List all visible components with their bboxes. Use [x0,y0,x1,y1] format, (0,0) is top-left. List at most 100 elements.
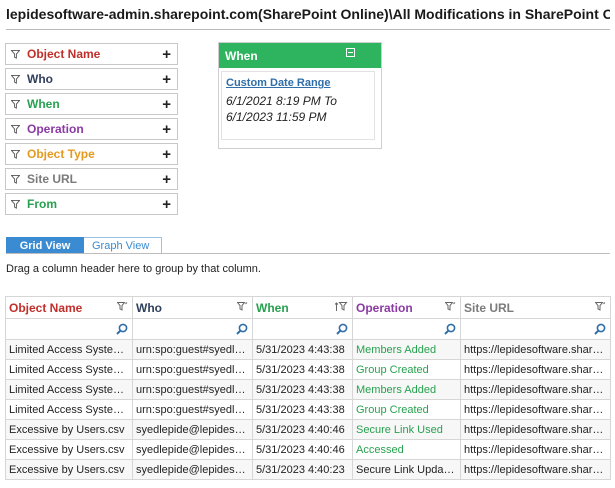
filter-icon [11,49,25,59]
cell-object-name: Excessive by Users.csv [5,439,133,460]
filter-label: Operation [27,122,84,136]
date-range-start: 6/1/2021 8:19 PM To [226,94,337,108]
search-icon[interactable] [236,323,248,338]
filter-who[interactable]: Who + [5,68,178,90]
search-cell[interactable] [352,318,461,340]
when-panel-body: Custom Date Range 6/1/2021 8:19 PM To 6/… [221,71,375,140]
add-filter-button[interactable]: + [162,97,171,112]
view-tabs: Grid View Graph View [6,237,162,254]
cell-who: syedlepide@lepideso.... [132,439,253,460]
cell-who: syedlepide@lepideso.... [132,459,253,480]
column-header-when[interactable]: When [252,296,353,319]
column-header-who[interactable]: Who [132,296,253,319]
cell-object-name: Limited Access System ... [5,339,133,360]
cell-when: 5/31/2023 4:40:46 [252,419,353,440]
date-range-end: 6/1/2023 11:59 PM [226,110,327,124]
filter-icon[interactable] [237,302,248,312]
filter-icon [11,124,25,134]
when-filter-panel: When Custom Date Range 6/1/2021 8:19 PM … [218,42,382,149]
results-grid: Object Name Who When Operation Site URL [5,296,611,480]
tabs-divider [6,253,610,254]
cell-operation: Group Created [352,399,461,420]
add-filter-button[interactable]: + [162,122,171,137]
cell-site-url: https://lepidesoftware.share... [460,399,611,420]
table-row[interactable]: Excessive by Users.csv syedlepide@lepide… [5,419,611,440]
cell-who: urn:spo:guest#syedlepide... [132,359,253,380]
grid-header-row: Object Name Who When Operation Site URL [5,296,611,319]
filter-site-url[interactable]: Site URL + [5,168,178,190]
column-header-operation[interactable]: Operation [352,296,461,319]
title-divider [6,29,610,30]
filter-operation[interactable]: Operation + [5,118,178,140]
column-label: Object Name [9,300,83,315]
cell-object-name: Limited Access System ... [5,399,133,420]
search-icon[interactable] [594,323,606,338]
filter-label: Object Type [27,147,95,161]
filter-label: Object Name [27,47,101,61]
table-row[interactable]: Limited Access System ... urn:spo:guest#… [5,379,611,400]
table-row[interactable]: Excessive by Users.csv syedlepide@lepide… [5,459,611,480]
custom-date-range-link[interactable]: Custom Date Range [226,77,370,89]
search-icon[interactable] [444,323,456,338]
cell-site-url: https://lepidesoftware.share... [460,459,611,480]
filter-icon[interactable] [595,302,606,312]
column-header-site-url[interactable]: Site URL [460,296,611,319]
cell-site-url: https://lepidesoftware.share... [460,339,611,360]
collapse-icon[interactable] [346,48,355,57]
filter-object-type[interactable]: Object Type + [5,143,178,165]
when-panel-header: When [219,43,381,68]
add-filter-button[interactable]: + [162,47,171,62]
add-filter-button[interactable]: + [162,172,171,187]
search-icon[interactable] [116,323,128,338]
filter-label: When [27,97,60,111]
column-label: Who [136,300,162,315]
table-row[interactable]: Limited Access System ... urn:spo:guest#… [5,339,611,360]
filter-when[interactable]: When + [5,93,178,115]
filter-from[interactable]: From + [5,193,178,215]
search-cell[interactable] [132,318,253,340]
filter-icon[interactable] [117,302,128,312]
cell-who: urn:spo:guest#syedlepide... [132,379,253,400]
filter-icon [11,199,25,209]
cell-when: 5/31/2023 4:40:23 [252,459,353,480]
filter-label: From [27,197,57,211]
cell-who: syedlepide@lepideso.... [132,419,253,440]
column-label: Operation [356,300,413,315]
cell-operation: Members Added [352,379,461,400]
cell-when: 5/31/2023 4:40:46 [252,439,353,460]
search-cell[interactable] [252,318,353,340]
cell-object-name: Limited Access System ... [5,359,133,380]
table-row[interactable]: Excessive by Users.csv syedlepide@lepide… [5,439,611,460]
cell-object-name: Excessive by Users.csv [5,419,133,440]
cell-when: 5/31/2023 4:43:38 [252,359,353,380]
add-filter-button[interactable]: + [162,147,171,162]
group-by-hint: Drag a column header here to group by th… [6,263,261,275]
cell-when: 5/31/2023 4:43:38 [252,379,353,400]
table-row[interactable]: Limited Access System ... urn:spo:guest#… [5,399,611,420]
filter-icon[interactable] [445,302,456,312]
table-row[interactable]: Limited Access System ... urn:spo:guest#… [5,359,611,380]
cell-who: urn:spo:guest#syedlepide... [132,399,253,420]
column-header-object-name[interactable]: Object Name [5,296,133,319]
search-icon[interactable] [336,323,348,338]
filter-label: Who [27,72,53,86]
search-cell[interactable] [460,318,611,340]
filter-object-name[interactable]: Object Name + [5,43,178,65]
tab-graph-view[interactable]: Graph View [84,237,162,254]
cell-who: urn:spo:guest#syedlepide... [132,339,253,360]
cell-operation: Group Created [352,359,461,380]
cell-operation: Accessed [352,439,461,460]
tab-grid-view[interactable]: Grid View [6,237,84,254]
cell-object-name: Excessive by Users.csv [5,459,133,480]
cell-operation: Members Added [352,339,461,360]
filter-icon [11,99,25,109]
cell-operation: Secure Link Used [352,419,461,440]
when-panel-title: When [225,48,258,63]
sort-filter-icon[interactable] [335,302,348,312]
filter-icon [11,149,25,159]
search-cell[interactable] [5,318,133,340]
column-label: Site URL [464,300,515,315]
add-filter-button[interactable]: + [162,197,171,212]
cell-when: 5/31/2023 4:43:38 [252,399,353,420]
add-filter-button[interactable]: + [162,72,171,87]
